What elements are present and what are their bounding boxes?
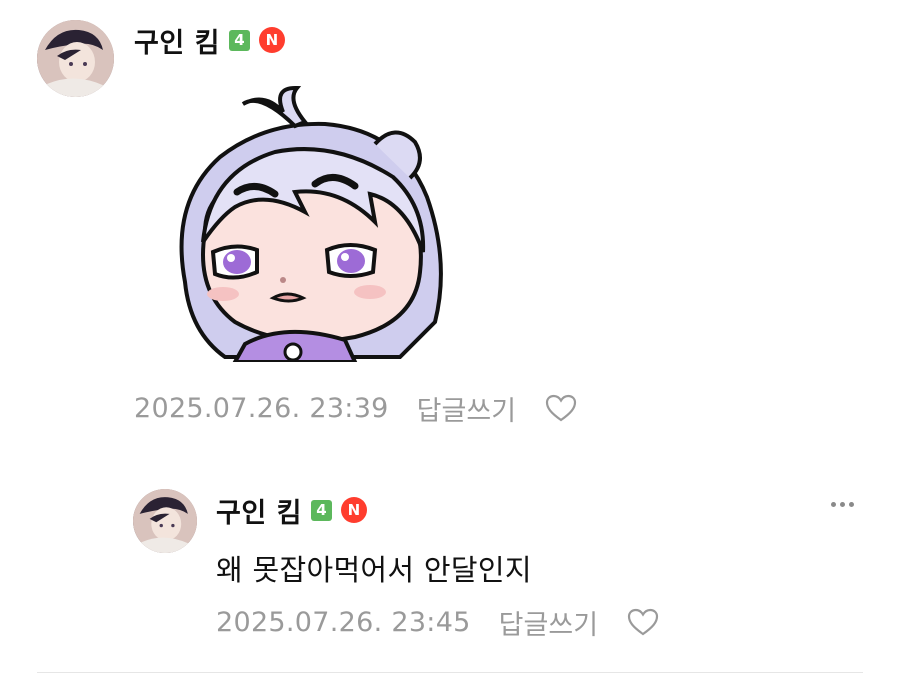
new-badge: N: [340, 497, 367, 523]
more-horizontal-icon-dot: [839, 501, 845, 507]
avatar[interactable]: [37, 20, 114, 97]
reply-button[interactable]: 답글쓰기: [417, 389, 516, 428]
avatar[interactable]: [133, 489, 197, 553]
timestamp: 2025.07.26. 23:39: [134, 392, 389, 424]
more-options-button[interactable]: [822, 492, 862, 516]
heart-outline-icon: [545, 394, 577, 422]
more-horizontal-icon-dot: [848, 501, 854, 507]
divider: [37, 672, 863, 673]
nickname[interactable]: 구인 킴: [216, 491, 302, 530]
sticker-image: [179, 85, 443, 362]
reply-comment-item: 구인 킴 4 N 왜 못잡아먹어서 안달인지 2025.07.26. 23:45…: [0, 470, 900, 670]
comment-header: 구인 킴 4 N: [134, 21, 285, 60]
like-button[interactable]: [626, 605, 660, 639]
comment-meta: 2025.07.26. 23:45 답글쓰기: [216, 602, 660, 642]
level-badge: 4: [310, 499, 332, 521]
new-badge: N: [258, 27, 285, 53]
like-button[interactable]: [544, 391, 578, 425]
timestamp: 2025.07.26. 23:45: [216, 606, 471, 638]
level-badge: 4: [228, 29, 250, 51]
reply-button[interactable]: 답글쓰기: [499, 603, 598, 642]
comment-meta: 2025.07.26. 23:39 답글쓰기: [134, 388, 578, 428]
heart-outline-icon: [627, 608, 659, 636]
comment-item: 구인 킴 4 N 2025.07.26. 23:39 답글쓰기: [0, 0, 900, 470]
nickname[interactable]: 구인 킴: [134, 21, 220, 60]
comment-text: 왜 못잡아먹어서 안달인지: [216, 553, 532, 587]
more-horizontal-icon: [830, 501, 836, 507]
comment-header: 구인 킴 4 N: [216, 491, 367, 530]
